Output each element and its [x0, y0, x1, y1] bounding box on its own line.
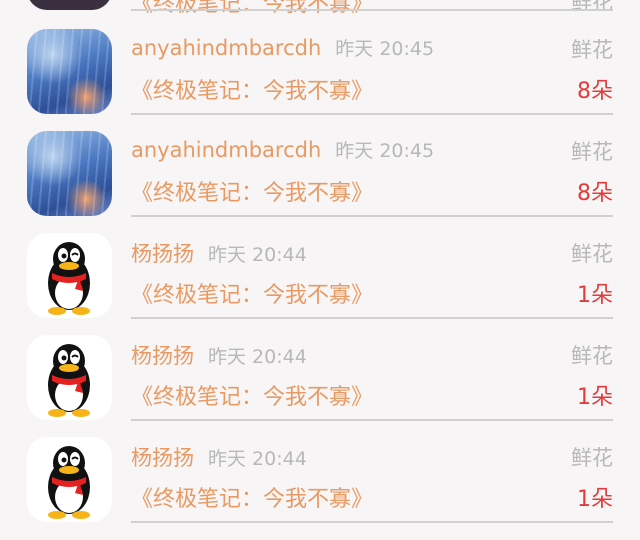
divider: [131, 317, 613, 319]
timestamp: 昨天 20:44: [208, 244, 307, 266]
user-name-line: 杨扬扬 昨天 20:44: [131, 442, 307, 472]
timestamp: 昨天 20:44: [208, 346, 307, 368]
gift-count: 8朵: [577, 79, 613, 104]
user-name: 杨扬扬: [131, 344, 194, 368]
book-title: 《终极笔记：今我不寡》: [131, 181, 374, 206]
divider: [131, 113, 613, 115]
divider: [131, 9, 613, 11]
avatar: [27, 29, 112, 114]
book-title: 《终极笔记：今我不寡》: [131, 79, 374, 104]
qq-penguin-icon: [48, 446, 90, 519]
avatar: [27, 0, 112, 10]
gift-type: 鲜花: [571, 140, 613, 164]
avatar: [27, 335, 112, 420]
gift-count: 8朵: [577, 181, 613, 206]
gift-count: 1朵: [577, 487, 613, 512]
timestamp: 昨天 20:45: [335, 38, 435, 60]
timestamp: 昨天 20:45: [335, 140, 435, 162]
book-title: 《终极笔记：今我不寡》: [131, 385, 374, 410]
qq-penguin-icon: [48, 344, 90, 417]
avatar: [27, 437, 112, 522]
list-item[interactable]: anyahindmbarcdh 昨天 20:45 《终极笔记：今我不寡》 鲜花 8…: [0, 29, 640, 132]
book-title: 《终极笔记：今我不寡》: [131, 487, 374, 512]
divider: [131, 215, 613, 217]
user-name: 杨扬扬: [131, 242, 194, 266]
avatar: [27, 131, 112, 216]
list-item[interactable]: anyahindmbarcdh 昨天 20:45 《终极笔记：今我不寡》 鲜花 8…: [0, 131, 640, 234]
gift-type: 鲜花: [571, 242, 613, 266]
avatar: [27, 233, 112, 318]
gift-type: 鲜花: [571, 446, 613, 470]
qq-penguin-icon: [48, 242, 90, 315]
gift-type: 鲜花: [571, 0, 613, 14]
user-name-line: 杨扬扬 昨天 20:44: [131, 238, 307, 268]
gift-count: 1朵: [577, 283, 613, 308]
gift-type: 鲜花: [571, 344, 613, 368]
list-item[interactable]: 杨扬扬 昨天 20:44 《终极笔记：今我不寡》 鲜花 1朵: [0, 437, 640, 540]
list-item[interactable]: 杨扬扬 昨天 20:44 《终极笔记：今我不寡》 鲜花 1朵: [0, 233, 640, 336]
gift-type: 鲜花: [571, 38, 613, 62]
book-title: 《终极笔记：今我不寡》: [131, 283, 374, 308]
user-name-line: 杨扬扬 昨天 20:44: [131, 340, 307, 370]
list-item[interactable]: 杨扬扬 昨天 20:44 《终极笔记：今我不寡》 鲜花 1朵: [0, 335, 640, 438]
user-name: 杨扬扬: [131, 446, 194, 470]
gift-count: 1朵: [577, 385, 613, 410]
timestamp: 昨天 20:44: [208, 448, 307, 470]
user-name: anyahindmbarcdh: [131, 36, 322, 60]
divider: [131, 521, 613, 523]
user-name-line: anyahindmbarcdh 昨天 20:45: [131, 136, 434, 163]
user-name-line: anyahindmbarcdh 昨天 20:45: [131, 34, 434, 61]
divider: [131, 419, 613, 421]
user-name: anyahindmbarcdh: [131, 138, 322, 162]
